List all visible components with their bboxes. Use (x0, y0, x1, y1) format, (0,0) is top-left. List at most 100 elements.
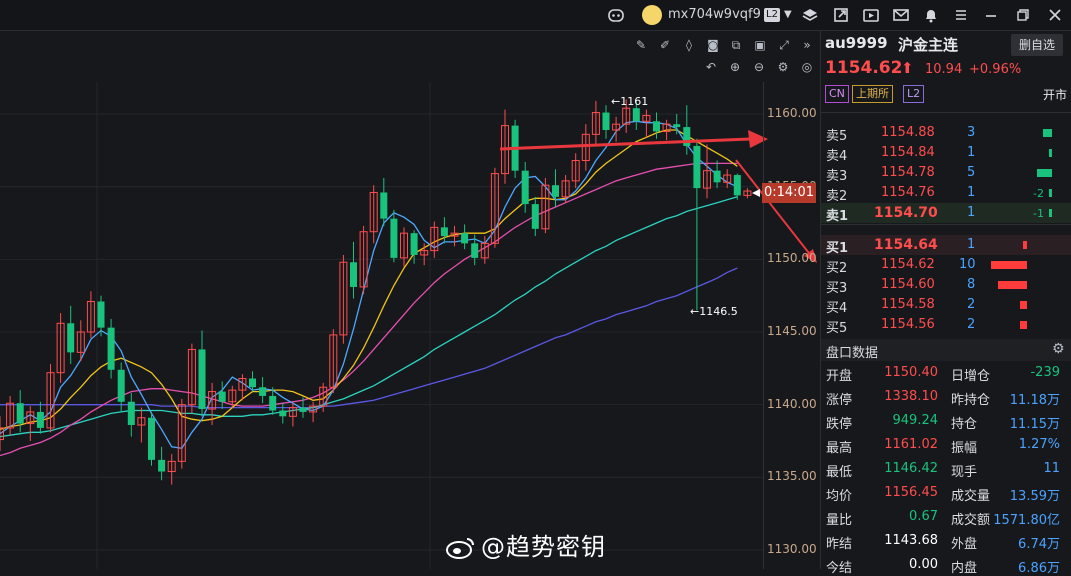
stat-value: 1.27% (1018, 437, 1060, 452)
restore-icon[interactable] (1015, 7, 1031, 23)
section-header: 盘口数据 ⚙ (821, 339, 1071, 361)
low-marker: ←1146.5 (690, 305, 738, 318)
stat-label: 成交额 (951, 513, 991, 528)
stat-value: 11 (1043, 461, 1060, 476)
bid-qty: 8 (967, 277, 976, 292)
menu-icon[interactable] (953, 7, 969, 23)
candle-body (158, 459, 166, 472)
ask-label: 卖3 (826, 169, 848, 184)
stat-label: 涨停 (826, 393, 853, 408)
stat-value: 11.15万 (1009, 417, 1060, 432)
bid-volume-bar (1019, 321, 1027, 329)
ask-volume-bar (1042, 129, 1052, 137)
bid-qty: 1 (967, 237, 976, 252)
robot-icon[interactable] (607, 7, 624, 23)
bid-row[interactable]: 买5 1154.56 2 (821, 315, 1071, 336)
candle-body (380, 192, 388, 219)
candle-body (683, 127, 691, 146)
bell-icon[interactable] (923, 7, 939, 23)
zoom-in-icon[interactable]: ⊕ (727, 59, 743, 75)
camera-icon[interactable]: ◙ (705, 37, 721, 53)
ask-row[interactable]: 卖2 1154.76 1 -2 (821, 183, 1071, 204)
stat-label: 最低 (826, 465, 853, 480)
close-icon[interactable] (1047, 7, 1063, 23)
settings-icon[interactable]: ⚙ (1052, 341, 1065, 357)
ask-row[interactable]: 卖5 1154.88 3 (821, 123, 1071, 144)
video-icon[interactable] (863, 7, 879, 23)
stat-label: 持仓 (951, 417, 978, 432)
minimize-icon[interactable] (983, 7, 999, 23)
candle-body (148, 417, 155, 460)
symbol-code: au9999 (825, 34, 888, 52)
ask-price: 1154.78 (881, 165, 935, 180)
undo-icon[interactable]: ↶ (703, 59, 719, 75)
price-tick-label: 1145.00 (767, 324, 817, 338)
bid-label: 买3 (826, 281, 848, 296)
bid-price: 1154.60 (881, 277, 935, 292)
bid-label: 买2 (826, 261, 848, 276)
edit-icon[interactable]: ✎ (633, 37, 649, 53)
bid-row[interactable]: 买3 1154.60 8 (821, 275, 1071, 296)
quote-panel: au9999 沪金主连 删自选 1154.62 ⬆ 10.94 +0.96% C… (820, 31, 1071, 576)
ask-qty: 5 (967, 165, 976, 180)
ask-qty: 1 (967, 145, 976, 160)
stat-label: 跌停 (826, 417, 853, 432)
layers-icon[interactable] (802, 7, 818, 23)
bid-volume-bar (991, 261, 1027, 269)
stat-value: -239 (1030, 365, 1060, 380)
bid-label: 买5 (826, 321, 848, 336)
price-axis-divider (763, 82, 764, 569)
candle-body (632, 108, 640, 122)
ask-label: 卖1 (826, 209, 849, 224)
ask-row[interactable]: 卖1 1154.70 1 -1 (821, 203, 1071, 224)
annotation-arrow-line (735, 159, 813, 258)
tag-exchange: 上期所 (852, 85, 893, 103)
stat-label: 均价 (826, 489, 853, 504)
candle-body (279, 410, 287, 417)
username[interactable]: mx704w9vqf9 (668, 0, 761, 30)
mail-icon[interactable] (893, 7, 909, 23)
export-icon[interactable] (833, 7, 849, 23)
countdown-pointer (752, 189, 760, 197)
ask-qty: 3 (967, 125, 976, 140)
ask-price: 1154.76 (881, 185, 935, 200)
ask-volume-bar (1048, 149, 1052, 157)
chart-settings-icon[interactable]: ◎ (799, 59, 815, 75)
stat-label: 外盘 (951, 537, 978, 552)
avatar[interactable] (642, 5, 662, 25)
candle-body (117, 369, 125, 402)
stat-value: 1161.02 (884, 437, 938, 452)
bid-row[interactable]: 买4 1154.58 2 (821, 295, 1071, 316)
zoom-out-icon[interactable]: ⊖ (751, 59, 767, 75)
candle-body (259, 387, 267, 396)
candle-body (653, 121, 660, 132)
candlestick-chart (0, 82, 817, 569)
ask-row[interactable]: 卖4 1154.84 1 (821, 143, 1071, 164)
candle-body (107, 327, 115, 370)
chevron-down-icon[interactable]: ▼ (784, 0, 792, 30)
ask-row[interactable]: 卖3 1154.78 5 (821, 163, 1071, 184)
bid-row[interactable]: 买2 1154.62 10 (821, 255, 1071, 276)
remove-watchlist-button[interactable]: 删自选 (1011, 34, 1063, 56)
ask-volume-bar (1048, 209, 1052, 217)
bid-volume-bar (1019, 301, 1027, 309)
tag-l2: L2 (903, 85, 925, 103)
copy-icon[interactable]: ⧉ (728, 37, 744, 53)
ask-label: 卖5 (826, 129, 848, 144)
bid-qty: 10 (959, 257, 976, 272)
candle-body (521, 170, 529, 205)
image-icon[interactable]: ▣ (752, 37, 768, 53)
bid-qty: 2 (967, 297, 976, 312)
bid-price: 1154.58 (881, 297, 935, 312)
collapse-icon[interactable]: » (799, 37, 815, 53)
ask-volume-bar (1036, 169, 1052, 177)
drop-icon[interactable]: ◊ (681, 37, 697, 53)
bid-row[interactable]: 买1 1154.64 1 (821, 235, 1071, 256)
stat-label: 今结 (826, 561, 853, 576)
candle-body (97, 301, 105, 328)
bid-volume-bar (998, 281, 1027, 289)
settings-icon[interactable]: ⚙ (775, 59, 791, 75)
candle-body (693, 145, 701, 189)
expand-icon[interactable]: ⤢ (776, 37, 792, 53)
pen-icon[interactable]: ✐ (657, 37, 673, 53)
